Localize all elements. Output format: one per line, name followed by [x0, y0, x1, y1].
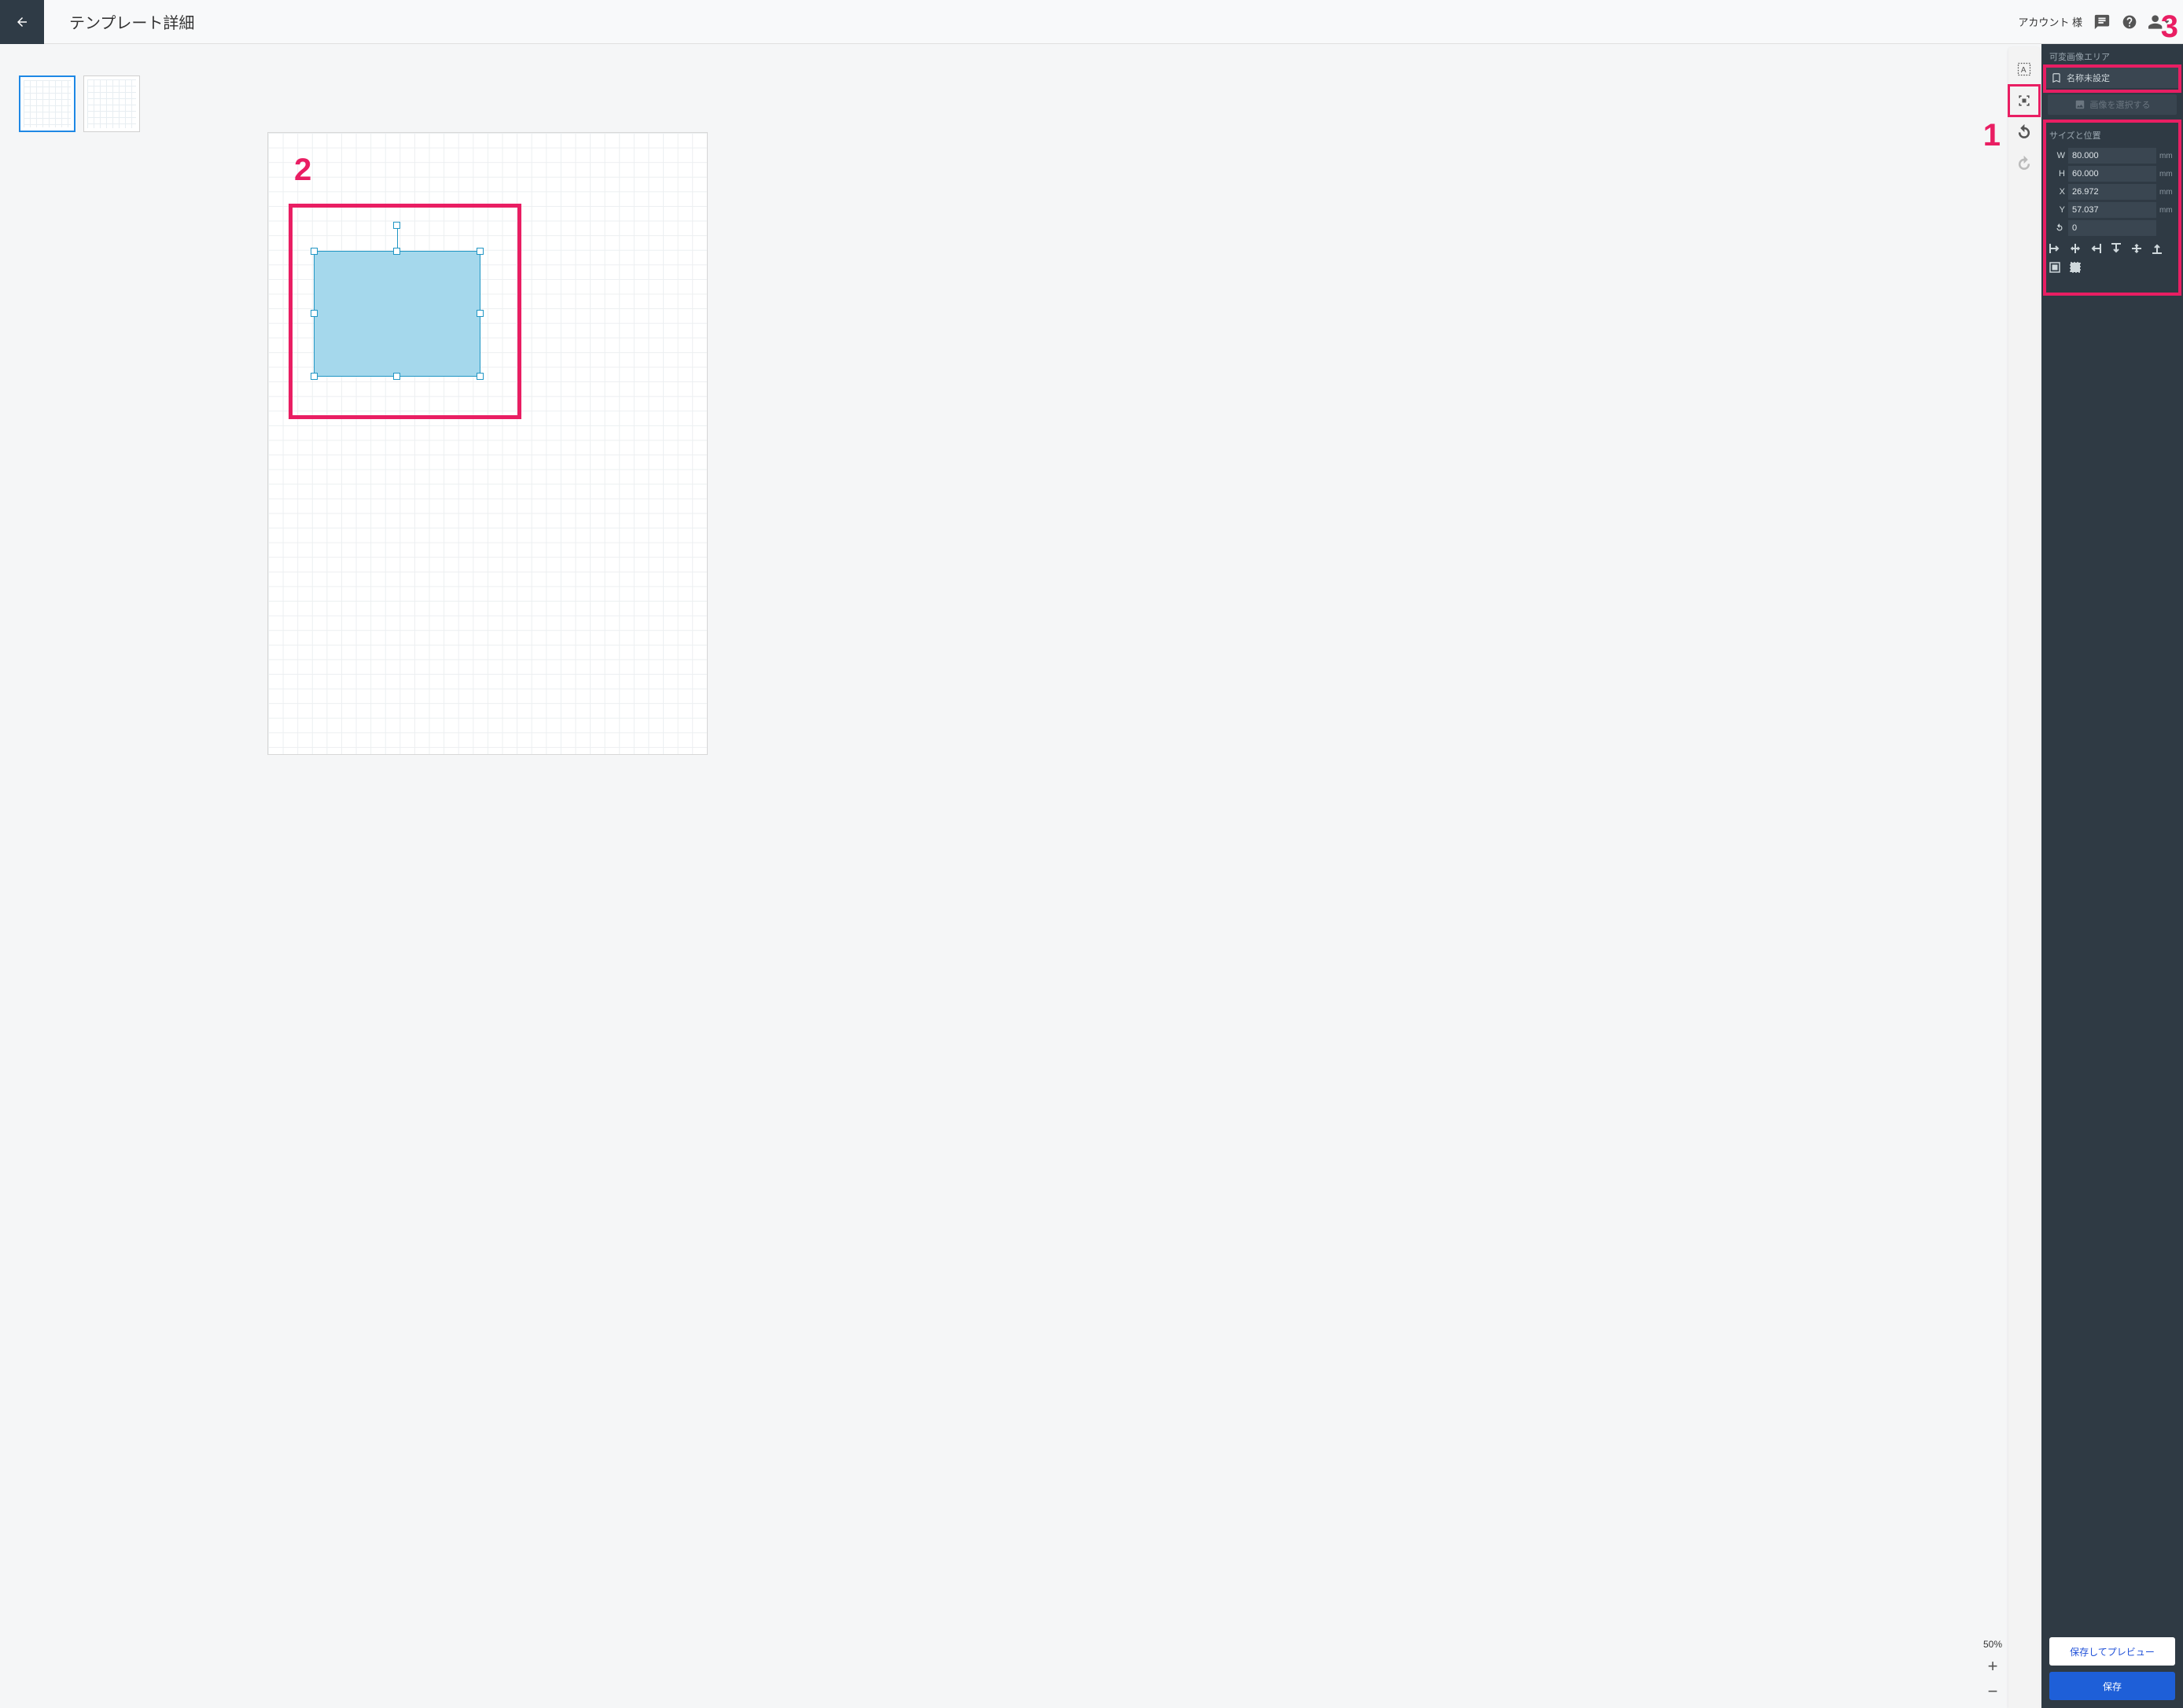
height-input[interactable]: 60.000: [2068, 166, 2156, 182]
area-section-title: 可変画像エリア: [2041, 44, 2183, 68]
resize-handle-tm[interactable]: [393, 248, 400, 255]
resize-handle-tr[interactable]: [477, 248, 484, 255]
area-name-value: 名称未設定: [2067, 72, 2110, 84]
thumbnail-1[interactable]: [19, 75, 75, 132]
bookmark-icon: [2051, 72, 2062, 83]
y-unit: mm: [2159, 206, 2177, 215]
align-row-horizontal: [2048, 241, 2177, 256]
page-title: テンプレート詳細: [69, 10, 194, 33]
resize-handle-mr[interactable]: [477, 310, 484, 317]
undo-button[interactable]: [2012, 120, 2037, 145]
save-button[interactable]: 保存: [2049, 1672, 2175, 1700]
svg-text:A: A: [2021, 66, 2027, 75]
select-image-label: 画像を選択する: [2090, 98, 2151, 111]
x-label: X: [2048, 187, 2065, 197]
align-hcenter-icon[interactable]: [2068, 241, 2082, 256]
y-input[interactable]: 57.037: [2068, 202, 2156, 218]
annotation-number-2: 2: [294, 153, 311, 188]
align-top-icon[interactable]: [2109, 241, 2123, 256]
zoom-in-button[interactable]: +: [1988, 1658, 1998, 1675]
zoom-out-button[interactable]: −: [1988, 1683, 1998, 1700]
resize-handle-bl[interactable]: [311, 373, 318, 380]
thumbnail-2[interactable]: [83, 75, 140, 132]
fit-dashed-icon[interactable]: [2068, 260, 2082, 274]
fit-solid-icon[interactable]: [2048, 260, 2062, 274]
resize-handle-tl[interactable]: [311, 248, 318, 255]
align-row-fit: [2048, 260, 2177, 274]
image-icon: [2074, 99, 2085, 110]
back-button[interactable]: [0, 0, 44, 44]
panel-footer: 保存してプレビュー 保存: [2041, 1629, 2183, 1708]
align-vcenter-icon[interactable]: [2130, 241, 2144, 256]
chat-icon[interactable]: [2093, 13, 2111, 31]
help-icon[interactable]: [2122, 14, 2137, 30]
area-name-input[interactable]: 名称未設定: [2046, 68, 2178, 88]
annotation-number-1: 1: [1983, 118, 2001, 153]
align-left-icon[interactable]: [2048, 241, 2062, 256]
image-area-tool[interactable]: [2012, 88, 2037, 113]
page-thumbnails: [0, 44, 165, 1708]
x-unit: mm: [2159, 188, 2177, 197]
width-unit: mm: [2159, 152, 2177, 160]
rotation-label: [2048, 223, 2065, 234]
text-area-tool[interactable]: A: [2012, 57, 2037, 82]
zoom-controls: 50% + −: [1977, 1639, 2008, 1700]
size-position-title: サイズと位置: [2041, 123, 2183, 146]
properties-panel: 可変画像エリア 名称未設定 3 画像を選択する 4 サイズと位置 W 80.00…: [2041, 44, 2183, 1708]
align-right-icon[interactable]: [2089, 241, 2103, 256]
y-label: Y: [2048, 205, 2065, 215]
annotation-number-3: 3: [2161, 9, 2178, 45]
resize-handle-br[interactable]: [477, 373, 484, 380]
redo-button[interactable]: [2012, 151, 2037, 176]
zoom-level: 50%: [1983, 1639, 2002, 1650]
x-input[interactable]: 26.972: [2068, 184, 2156, 200]
width-label: W: [2048, 151, 2065, 160]
resize-handle-ml[interactable]: [311, 310, 318, 317]
align-bottom-icon[interactable]: [2150, 241, 2164, 256]
app-header: テンプレート詳細 アカウント 様: [0, 0, 2183, 44]
rotation-handle[interactable]: [393, 222, 400, 229]
rotate-icon: [2054, 223, 2065, 234]
account-label: アカウント 様: [2018, 14, 2082, 29]
height-unit: mm: [2159, 170, 2177, 179]
select-image-button[interactable]: 画像を選択する: [2048, 94, 2177, 115]
arrow-left-icon: [15, 15, 29, 29]
tool-column: A: [2008, 47, 2040, 1708]
rotation-input[interactable]: 0: [2068, 220, 2156, 236]
selected-image-area[interactable]: [314, 251, 480, 377]
save-preview-button[interactable]: 保存してプレビュー: [2049, 1637, 2175, 1666]
height-label: H: [2048, 169, 2065, 179]
canvas-area[interactable]: 2 1 50% + −: [165, 44, 2008, 1708]
artboard[interactable]: [267, 132, 708, 755]
resize-handle-bm[interactable]: [393, 373, 400, 380]
width-input[interactable]: 80.000: [2068, 148, 2156, 164]
